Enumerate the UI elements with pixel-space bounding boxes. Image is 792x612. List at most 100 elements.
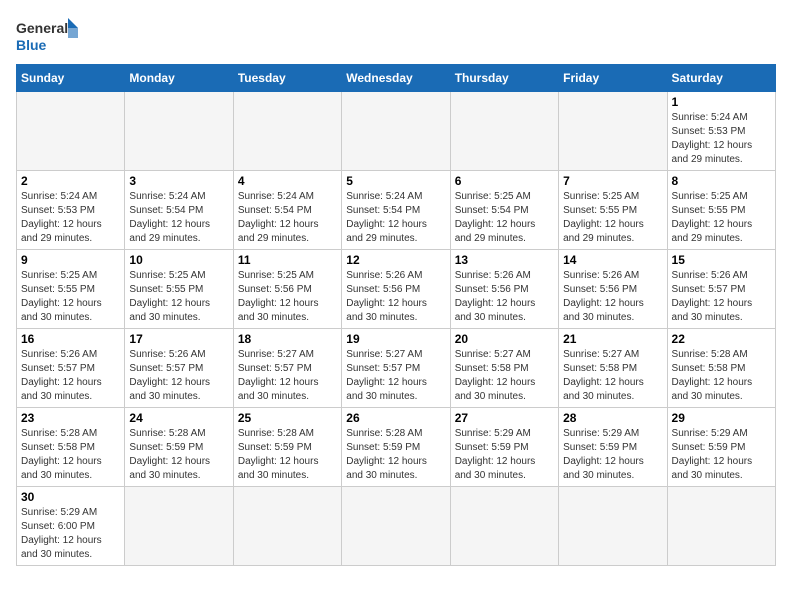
calendar-cell: 4 Sunrise: 5:24 AM Sunset: 5:54 PM Daylig… (233, 171, 341, 250)
day-info: Sunrise: 5:26 AM Sunset: 5:56 PM Dayligh… (563, 269, 662, 325)
calendar-cell: 25Sunrise: 5:28 AM Sunset: 5:59 PM Dayli… (233, 408, 341, 487)
day-info: Sunrise: 5:29 AM Sunset: 6:00 PM Dayligh… (21, 506, 120, 562)
calendar-cell: 7 Sunrise: 5:25 AM Sunset: 5:55 PM Daylig… (559, 171, 667, 250)
day-info: Sunrise: 5:26 AM Sunset: 5:57 PM Dayligh… (672, 269, 771, 325)
calendar-cell (559, 92, 667, 171)
day-number: 11 (238, 253, 337, 267)
day-number: 19 (346, 332, 445, 346)
day-info: Sunrise: 5:28 AM Sunset: 5:59 PM Dayligh… (238, 427, 337, 483)
day-number: 10 (129, 253, 228, 267)
calendar-cell (450, 92, 558, 171)
day-number: 21 (563, 332, 662, 346)
day-number: 1 (672, 95, 771, 109)
day-info: Sunrise: 5:25 AM Sunset: 5:54 PM Dayligh… (455, 190, 554, 246)
day-info: Sunrise: 5:28 AM Sunset: 5:58 PM Dayligh… (21, 427, 120, 483)
day-info: Sunrise: 5:24 AM Sunset: 5:54 PM Dayligh… (346, 190, 445, 246)
calendar-cell: 12 Sunrise: 5:26 AM Sunset: 5:56 PM Dayli… (342, 250, 450, 329)
day-number: 22 (672, 332, 771, 346)
day-info: Sunrise: 5:25 AM Sunset: 5:55 PM Dayligh… (563, 190, 662, 246)
calendar-cell (559, 487, 667, 566)
calendar-cell: 13 Sunrise: 5:26 AM Sunset: 5:56 PM Dayli… (450, 250, 558, 329)
calendar-cell (17, 92, 125, 171)
col-header-friday: Friday (559, 65, 667, 92)
svg-text:Blue: Blue (16, 37, 47, 53)
day-number: 24 (129, 411, 228, 425)
day-number: 9 (21, 253, 120, 267)
calendar-cell: 30 Sunrise: 5:29 AM Sunset: 6:00 PM Dayli… (17, 487, 125, 566)
calendar-cell (342, 487, 450, 566)
calendar-cell: 1 Sunrise: 5:24 AM Sunset: 5:53 PM Daylig… (667, 92, 775, 171)
day-number: 17 (129, 332, 228, 346)
day-info: Sunrise: 5:24 AM Sunset: 5:53 PM Dayligh… (672, 111, 771, 167)
calendar-cell: 20Sunrise: 5:27 AM Sunset: 5:58 PM Dayli… (450, 329, 558, 408)
day-info: Sunrise: 5:28 AM Sunset: 5:59 PM Dayligh… (129, 427, 228, 483)
calendar-cell: 9 Sunrise: 5:25 AM Sunset: 5:55 PM Daylig… (17, 250, 125, 329)
calendar-week-row: 2Sunrise: 5:24 AM Sunset: 5:53 PM Daylig… (17, 171, 776, 250)
calendar-cell (342, 92, 450, 171)
calendar-cell: 28 Sunrise: 5:29 AM Sunset: 5:59 PM Dayli… (559, 408, 667, 487)
day-number: 7 (563, 174, 662, 188)
day-info: Sunrise: 5:24 AM Sunset: 5:53 PM Dayligh… (21, 190, 120, 246)
calendar-cell: 14 Sunrise: 5:26 AM Sunset: 5:56 PM Dayli… (559, 250, 667, 329)
calendar-cell: 22 Sunrise: 5:28 AM Sunset: 5:58 PM Dayli… (667, 329, 775, 408)
calendar-cell: 3Sunrise: 5:24 AM Sunset: 5:54 PM Daylig… (125, 171, 233, 250)
day-info: Sunrise: 5:29 AM Sunset: 5:59 PM Dayligh… (672, 427, 771, 483)
day-number: 14 (563, 253, 662, 267)
day-number: 18 (238, 332, 337, 346)
day-info: Sunrise: 5:24 AM Sunset: 5:54 PM Dayligh… (129, 190, 228, 246)
logo-svg: General Blue (16, 16, 86, 56)
day-number: 15 (672, 253, 771, 267)
day-number: 8 (672, 174, 771, 188)
day-info: Sunrise: 5:27 AM Sunset: 5:57 PM Dayligh… (238, 348, 337, 404)
calendar-cell: 27Sunrise: 5:29 AM Sunset: 5:59 PM Dayli… (450, 408, 558, 487)
calendar-cell: 19Sunrise: 5:27 AM Sunset: 5:57 PM Dayli… (342, 329, 450, 408)
day-info: Sunrise: 5:25 AM Sunset: 5:55 PM Dayligh… (21, 269, 120, 325)
day-number: 12 (346, 253, 445, 267)
calendar-week-row: 1 Sunrise: 5:24 AM Sunset: 5:53 PM Daylig… (17, 92, 776, 171)
calendar-cell (450, 487, 558, 566)
calendar-cell: 5Sunrise: 5:24 AM Sunset: 5:54 PM Daylig… (342, 171, 450, 250)
calendar-cell (125, 92, 233, 171)
calendar-cell: 6 Sunrise: 5:25 AM Sunset: 5:54 PM Daylig… (450, 171, 558, 250)
day-info: Sunrise: 5:27 AM Sunset: 5:58 PM Dayligh… (563, 348, 662, 404)
day-number: 26 (346, 411, 445, 425)
day-number: 4 (238, 174, 337, 188)
calendar-cell (233, 92, 341, 171)
day-number: 16 (21, 332, 120, 346)
svg-text:General: General (16, 20, 68, 36)
day-info: Sunrise: 5:29 AM Sunset: 5:59 PM Dayligh… (563, 427, 662, 483)
calendar-table: SundayMondayTuesdayWednesdayThursdayFrid… (16, 64, 776, 566)
calendar-cell: 11 Sunrise: 5:25 AM Sunset: 5:56 PM Dayli… (233, 250, 341, 329)
day-info: Sunrise: 5:28 AM Sunset: 5:58 PM Dayligh… (672, 348, 771, 404)
calendar-cell: 29 Sunrise: 5:29 AM Sunset: 5:59 PM Dayli… (667, 408, 775, 487)
day-number: 20 (455, 332, 554, 346)
calendar-week-row: 16 Sunrise: 5:26 AM Sunset: 5:57 PM Dayli… (17, 329, 776, 408)
calendar-cell: 26Sunrise: 5:28 AM Sunset: 5:59 PM Dayli… (342, 408, 450, 487)
day-number: 27 (455, 411, 554, 425)
calendar-cell: 24 Sunrise: 5:28 AM Sunset: 5:59 PM Dayli… (125, 408, 233, 487)
calendar-cell (125, 487, 233, 566)
calendar-cell: 18 Sunrise: 5:27 AM Sunset: 5:57 PM Dayli… (233, 329, 341, 408)
calendar-cell (667, 487, 775, 566)
day-number: 13 (455, 253, 554, 267)
day-number: 29 (672, 411, 771, 425)
col-header-sunday: Sunday (17, 65, 125, 92)
day-number: 6 (455, 174, 554, 188)
col-header-thursday: Thursday (450, 65, 558, 92)
day-info: Sunrise: 5:26 AM Sunset: 5:56 PM Dayligh… (455, 269, 554, 325)
calendar-week-row: 23 Sunrise: 5:28 AM Sunset: 5:58 PM Dayli… (17, 408, 776, 487)
day-info: Sunrise: 5:25 AM Sunset: 5:55 PM Dayligh… (129, 269, 228, 325)
col-header-tuesday: Tuesday (233, 65, 341, 92)
day-number: 28 (563, 411, 662, 425)
day-info: Sunrise: 5:24 AM Sunset: 5:54 PM Dayligh… (238, 190, 337, 246)
day-info: Sunrise: 5:26 AM Sunset: 5:57 PM Dayligh… (21, 348, 120, 404)
calendar-week-row: 30 Sunrise: 5:29 AM Sunset: 6:00 PM Dayli… (17, 487, 776, 566)
day-number: 30 (21, 490, 120, 504)
day-info: Sunrise: 5:25 AM Sunset: 5:56 PM Dayligh… (238, 269, 337, 325)
calendar-cell: 21 Sunrise: 5:27 AM Sunset: 5:58 PM Dayli… (559, 329, 667, 408)
calendar-cell: 23 Sunrise: 5:28 AM Sunset: 5:58 PM Dayli… (17, 408, 125, 487)
day-number: 23 (21, 411, 120, 425)
day-info: Sunrise: 5:26 AM Sunset: 5:56 PM Dayligh… (346, 269, 445, 325)
calendar-cell: 17Sunrise: 5:26 AM Sunset: 5:57 PM Dayli… (125, 329, 233, 408)
header: General Blue (16, 16, 776, 56)
